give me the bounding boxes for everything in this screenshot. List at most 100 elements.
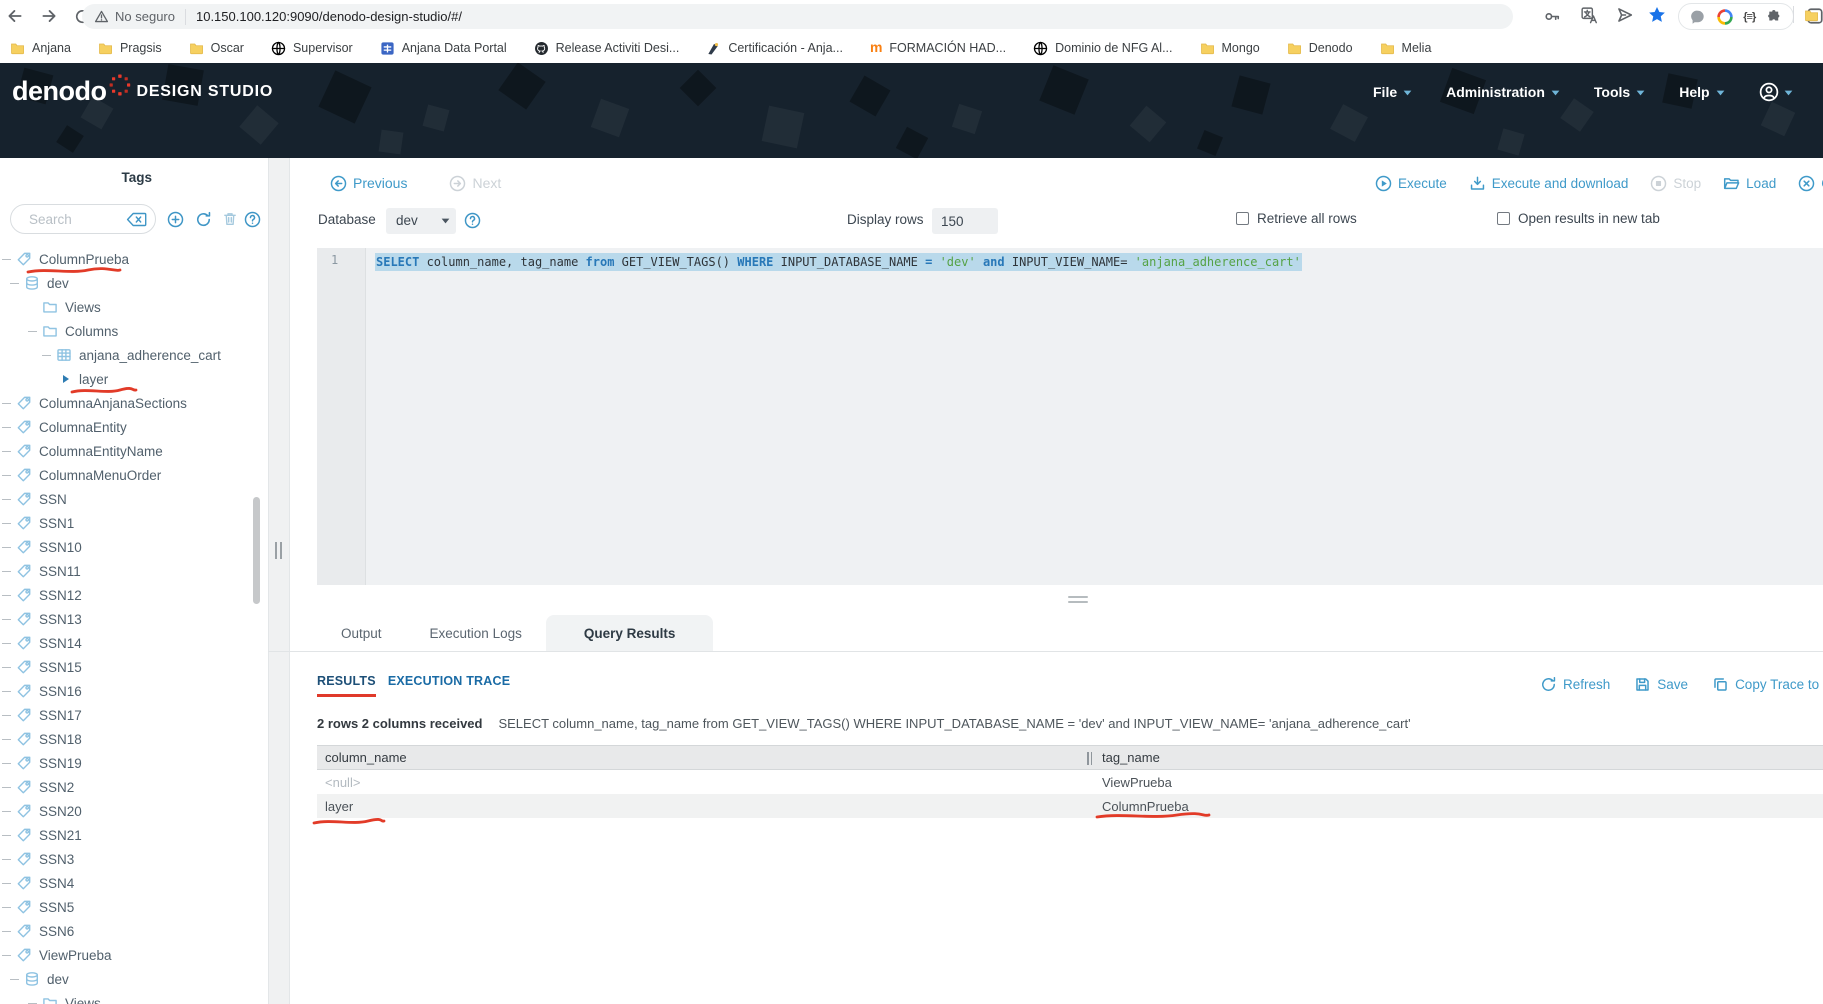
collapse-dash-icon[interactable]: [2, 258, 11, 260]
bookmark-item[interactable]: Release Activiti Desi...: [534, 41, 679, 56]
expand-arrow-icon[interactable]: [62, 374, 70, 384]
bookmark-star-icon[interactable]: [1647, 5, 1667, 25]
puzzle-extensions-icon[interactable]: [1766, 9, 1782, 25]
collapse-dash-icon[interactable]: [2, 402, 11, 404]
collapse-dash-icon[interactable]: [2, 882, 11, 884]
tree-item-ssn6[interactable]: SSN6: [0, 919, 253, 943]
column-resize-handle[interactable]: [1087, 752, 1092, 765]
add-tag-icon[interactable]: [167, 211, 184, 228]
panel-splitter[interactable]: [268, 158, 290, 1004]
menu-help[interactable]: Help: [1679, 84, 1724, 100]
bookmark-item[interactable]: m FORMACIÓN HAD...: [870, 39, 1006, 57]
tree-item-ssn17[interactable]: SSN17: [0, 703, 253, 727]
collapse-dash-icon[interactable]: [2, 738, 11, 740]
copy-trace-to-c-button[interactable]: Copy Trace to C: [1712, 676, 1823, 693]
tree-item-ssn16[interactable]: SSN16: [0, 679, 253, 703]
tree-item-layer[interactable]: layer: [0, 367, 253, 391]
translate-icon[interactable]: [1580, 6, 1599, 25]
tree-item-columns[interactable]: Columns: [0, 319, 253, 343]
tree-item-ssn15[interactable]: SSN15: [0, 655, 253, 679]
share-icon[interactable]: [1616, 6, 1634, 24]
bookmark-item[interactable]: Anjana Data Portal: [380, 41, 507, 56]
tree-item-ssn14[interactable]: SSN14: [0, 631, 253, 655]
collapse-dash-icon[interactable]: [2, 834, 11, 836]
delete-tag-icon[interactable]: [222, 211, 238, 227]
collapse-dash-icon[interactable]: [10, 978, 19, 980]
tree-item-dev[interactable]: dev: [0, 271, 253, 295]
display-rows-input[interactable]: [932, 208, 998, 234]
collapse-dash-icon[interactable]: [2, 618, 11, 620]
tree-item-columnaentity[interactable]: ColumnaEntity: [0, 415, 253, 439]
other-bookmarks-folder-icon[interactable]: [1804, 8, 1819, 23]
tree-item-ssn1[interactable]: SSN1: [0, 511, 253, 535]
previous-button[interactable]: Previous: [330, 175, 407, 192]
tree-item-views[interactable]: Views: [0, 295, 253, 319]
collapse-dash-icon[interactable]: [2, 642, 11, 644]
bookmark-item[interactable]: Certificación - Anja...: [706, 41, 843, 56]
bookmark-item[interactable]: Oscar: [189, 41, 244, 56]
tree-item-ssn10[interactable]: SSN10: [0, 535, 253, 559]
collapse-dash-icon[interactable]: [2, 522, 11, 524]
forward-icon[interactable]: [40, 7, 58, 25]
execute-button[interactable]: Execute: [1375, 175, 1447, 192]
collapse-dash-icon[interactable]: [2, 594, 11, 596]
tree-item-ssn2[interactable]: SSN2: [0, 775, 253, 799]
splitter-grip-icon[interactable]: [275, 542, 282, 559]
refresh-button[interactable]: Refresh: [1540, 676, 1610, 693]
tree-item-viewprueba[interactable]: ViewPrueba: [0, 943, 253, 967]
collapse-dash-icon[interactable]: [2, 426, 11, 428]
tree-item-ssn5[interactable]: SSN5: [0, 895, 253, 919]
collapse-dash-icon[interactable]: [2, 666, 11, 668]
tree-item-ssn[interactable]: SSN: [0, 487, 253, 511]
clear-search-icon[interactable]: [126, 212, 147, 227]
panel-resize-handle-icon[interactable]: [1068, 596, 1088, 606]
collapse-dash-icon[interactable]: [2, 906, 11, 908]
bookmark-item[interactable]: Dominio de NFG Al...: [1033, 41, 1173, 56]
collapse-dash-icon[interactable]: [2, 498, 11, 500]
tree-item-ssn20[interactable]: SSN20: [0, 799, 253, 823]
column-header-tag-name[interactable]: tag_name: [1094, 746, 1823, 769]
back-icon[interactable]: [6, 7, 24, 25]
user-menu[interactable]: [1759, 82, 1793, 102]
stop-button[interactable]: Stop: [1650, 175, 1701, 192]
sql-code-line[interactable]: SELECT column_name, tag_name from GET_VI…: [375, 253, 1302, 271]
bookmark-item[interactable]: Pragsis: [98, 41, 162, 56]
refresh-tags-icon[interactable]: [195, 211, 212, 228]
tree-item-dev[interactable]: dev: [0, 967, 253, 991]
menu-tools[interactable]: Tools: [1594, 84, 1645, 100]
tree-item-ssn21[interactable]: SSN21: [0, 823, 253, 847]
address-bar[interactable]: No seguro 10.150.100.120:9090/denodo-des…: [82, 4, 1513, 29]
table-row[interactable]: layer ColumnPrueba: [317, 794, 1823, 818]
collapse-dash-icon[interactable]: [2, 858, 11, 860]
collapse-dash-icon[interactable]: [28, 330, 37, 332]
retrieve-all-rows-checkbox[interactable]: Retrieve all rows: [1236, 211, 1357, 226]
bottom-tab-query-results[interactable]: Query Results: [545, 615, 714, 651]
save-button[interactable]: Save: [1634, 676, 1688, 693]
checkbox-icon[interactable]: [1497, 212, 1510, 225]
next-button[interactable]: Next: [449, 175, 501, 192]
execute-and-download-button[interactable]: Execute and download: [1469, 175, 1628, 192]
tree-item-anjana-adherence-cart[interactable]: anjana_adherence_cart: [0, 343, 253, 367]
bookmark-item[interactable]: Denodo: [1287, 41, 1353, 56]
column-header-column-name[interactable]: column_name: [317, 746, 1094, 769]
sidebar-tab-explorer[interactable]: Explorer: [0, 158, 97, 193]
bookmark-item[interactable]: Supervisor: [271, 41, 353, 56]
collapse-dash-icon[interactable]: [2, 714, 11, 716]
collapse-dash-icon[interactable]: [2, 762, 11, 764]
vql-editor[interactable]: 1 SELECT column_name, tag_name from GET_…: [317, 248, 1823, 585]
table-row[interactable]: <null> ViewPrueba: [317, 770, 1823, 794]
collapse-dash-icon[interactable]: [2, 450, 11, 452]
tree-item-ssn11[interactable]: SSN11: [0, 559, 253, 583]
c-button[interactable]: C: [1798, 175, 1823, 192]
open-results-new-tab-checkbox[interactable]: Open results in new tab: [1497, 211, 1660, 226]
tree-item-ssn18[interactable]: SSN18: [0, 727, 253, 751]
tree-item-columnprueba[interactable]: ColumnPrueba: [0, 247, 253, 271]
search-input[interactable]: [29, 206, 124, 232]
collapse-dash-icon[interactable]: [10, 282, 19, 284]
collapse-dash-icon[interactable]: [2, 474, 11, 476]
sidebar-tab-tags[interactable]: Tags: [96, 162, 177, 193]
load-button[interactable]: Load: [1723, 175, 1776, 192]
bookmark-item[interactable]: Melia: [1380, 41, 1431, 56]
results-subtab-execution-trace[interactable]: EXECUTION TRACE: [388, 674, 510, 697]
collapse-dash-icon[interactable]: [2, 690, 11, 692]
